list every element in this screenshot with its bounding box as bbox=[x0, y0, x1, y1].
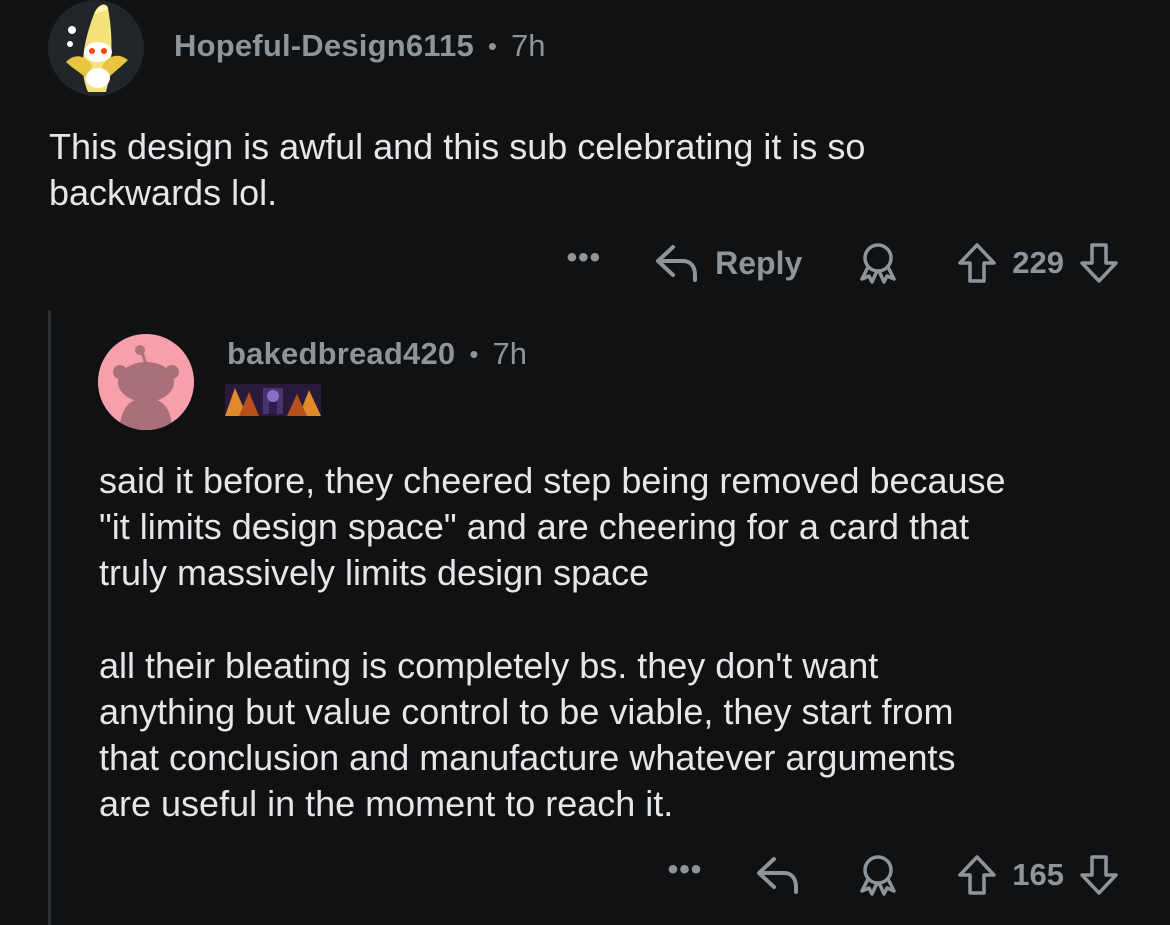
snoo-avatar-icon bbox=[98, 334, 194, 430]
banana-snoo-icon bbox=[66, 4, 128, 92]
reply-button[interactable] bbox=[754, 854, 802, 896]
separator-dot: • bbox=[469, 338, 479, 369]
reply-label: Reply bbox=[715, 244, 803, 281]
comment-meta: bakedbread420 • 7h bbox=[227, 336, 527, 372]
upvote-button[interactable] bbox=[956, 241, 998, 285]
timestamp: 7h bbox=[492, 336, 527, 371]
comment-body-paragraph: said it before, they cheered step being … bbox=[99, 460, 1006, 593]
user-avatar-banana-snoo[interactable] bbox=[48, 0, 144, 96]
upvote-icon bbox=[958, 855, 997, 895]
comment-thread: Hopeful-Design6115 • 7h This design is a… bbox=[0, 0, 1170, 925]
downvote-icon bbox=[1080, 243, 1118, 283]
score: 229 bbox=[1012, 245, 1064, 280]
timestamp: 7h bbox=[511, 28, 546, 63]
award-icon bbox=[860, 243, 897, 284]
comment-body: This design is awful and this sub celebr… bbox=[49, 126, 866, 213]
downvote-button[interactable] bbox=[1078, 853, 1120, 897]
comment-actions: ••• 165 bbox=[668, 850, 1120, 900]
thread-line[interactable] bbox=[48, 310, 51, 925]
comment-body-paragraph: all their bleating is completely bs. the… bbox=[99, 645, 956, 824]
separator-dot: • bbox=[487, 30, 498, 61]
flair-artwork-icon bbox=[225, 384, 321, 416]
comment-meta: Hopeful-Design6115 • 7h bbox=[174, 28, 546, 64]
downvote-button[interactable] bbox=[1078, 241, 1120, 285]
award-button[interactable] bbox=[856, 853, 900, 897]
upvote-icon bbox=[958, 243, 997, 283]
reply-arrow-icon bbox=[656, 245, 698, 282]
more-options-button[interactable]: ••• bbox=[567, 243, 602, 273]
upvote-button[interactable] bbox=[956, 853, 998, 897]
downvote-icon bbox=[1080, 855, 1118, 895]
user-flair-image bbox=[225, 384, 321, 416]
more-options-button[interactable]: ••• bbox=[668, 855, 703, 885]
reply-button[interactable]: Reply bbox=[653, 242, 802, 284]
username[interactable]: Hopeful-Design6115 bbox=[174, 28, 474, 64]
award-icon bbox=[860, 855, 897, 896]
award-button[interactable] bbox=[856, 241, 900, 285]
username[interactable]: bakedbread420 bbox=[227, 336, 455, 372]
user-avatar-snoo[interactable] bbox=[98, 334, 194, 430]
reply-arrow-icon bbox=[757, 857, 799, 894]
score: 165 bbox=[1012, 857, 1064, 892]
comment-actions: ••• Reply 229 bbox=[567, 238, 1120, 288]
